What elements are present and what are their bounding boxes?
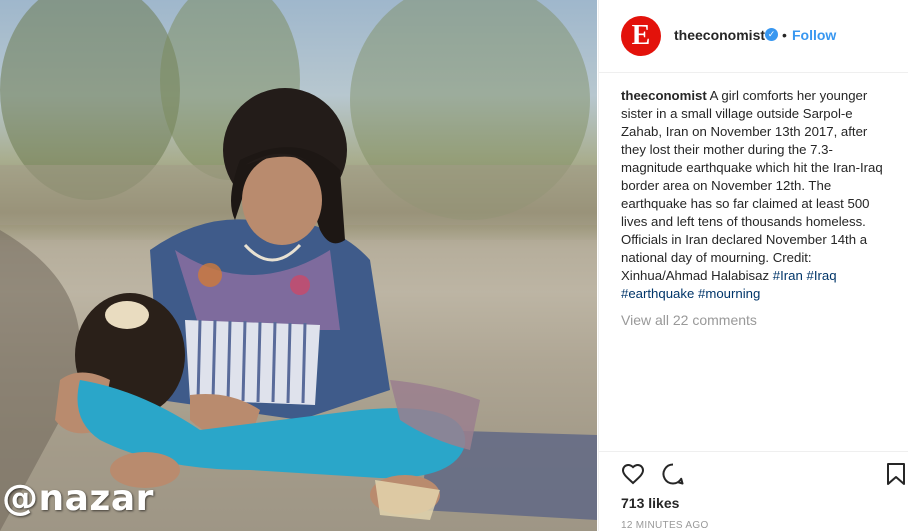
heart-icon[interactable] xyxy=(621,462,645,486)
hashtag-iraq[interactable]: #Iraq xyxy=(807,268,837,283)
separator-dot: • xyxy=(782,27,787,43)
actions-divider xyxy=(599,451,908,452)
hashtag-mourning[interactable]: #mourning xyxy=(698,286,760,301)
post-timestamp: 12 MINUTES AGO xyxy=(621,520,709,531)
view-all-comments-link[interactable]: View all 22 comments xyxy=(621,312,757,328)
hashtag-earthquake[interactable]: #earthquake xyxy=(621,286,694,301)
photo-illustration xyxy=(0,0,597,531)
likes-count[interactable]: 713 likes xyxy=(621,495,679,511)
bookmark-icon[interactable] xyxy=(886,462,906,486)
hashtag-iran[interactable]: #Iran xyxy=(773,268,803,283)
post-sidebar: E theeconomist ✓ • Follow theeconomist A… xyxy=(598,0,908,531)
post-caption: theeconomist A girl comforts her younger… xyxy=(621,87,891,303)
follow-button[interactable]: Follow xyxy=(792,27,836,43)
watermark-text: @nazar xyxy=(2,478,154,519)
post-photo[interactable]: @nazar xyxy=(0,0,597,531)
avatar[interactable]: E xyxy=(621,16,661,56)
caption-username[interactable]: theeconomist xyxy=(621,88,707,103)
comment-icon[interactable] xyxy=(661,462,685,486)
header-username[interactable]: theeconomist xyxy=(674,27,765,43)
verified-badge-icon: ✓ xyxy=(765,28,778,41)
post-header: E theeconomist ✓ • Follow xyxy=(599,0,908,73)
caption-text: A girl comforts her younger sister in a … xyxy=(621,88,883,283)
